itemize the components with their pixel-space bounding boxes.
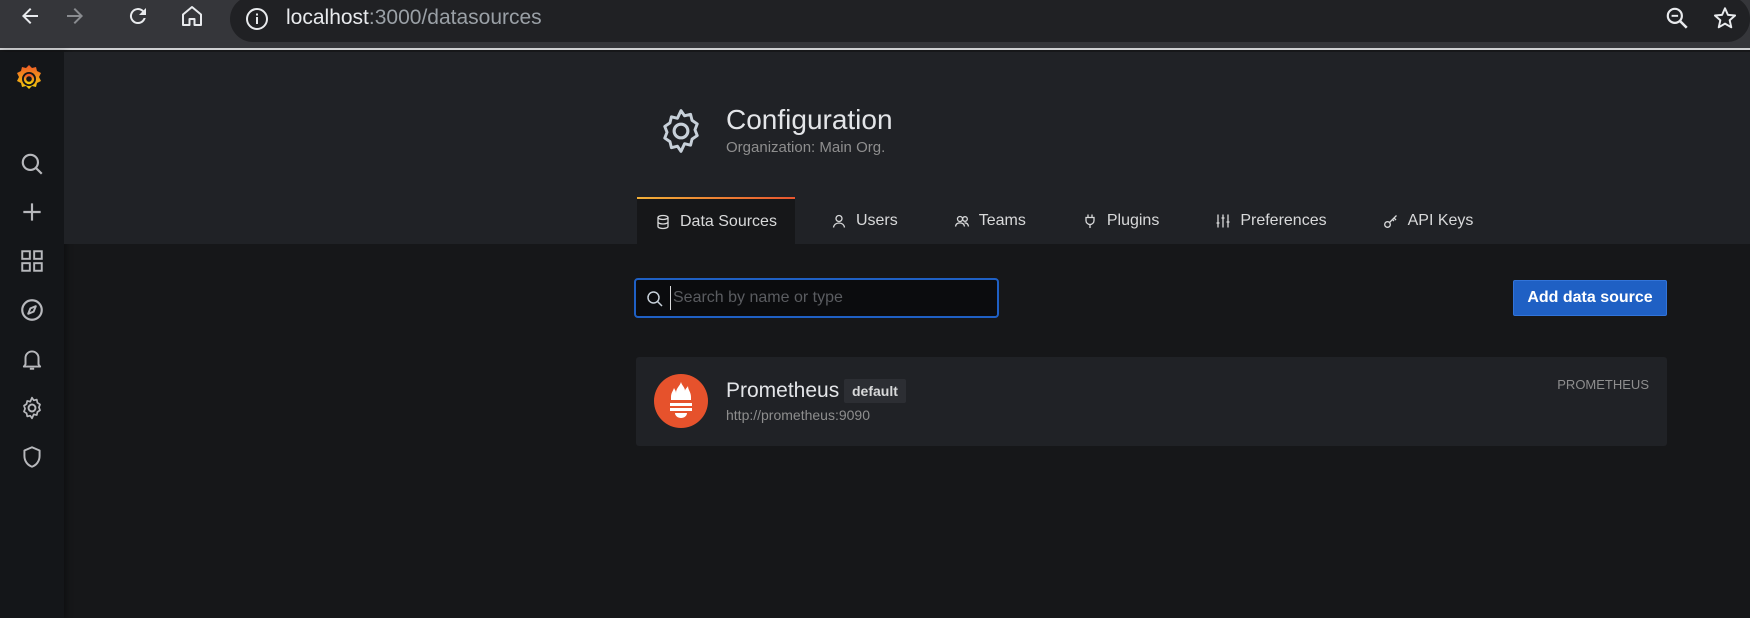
sidebar-item-create[interactable]: [12, 192, 52, 232]
gear-icon: [23, 396, 41, 420]
prometheus-logo-icon: [654, 374, 708, 428]
search-icon: [647, 291, 663, 307]
url-host: localhost: [286, 6, 369, 29]
home-icon: [182, 6, 202, 26]
reload-icon: [129, 8, 146, 25]
search-box: [634, 278, 999, 318]
url-path: :3000/datasources: [368, 6, 542, 29]
user-icon: [832, 214, 846, 228]
sidebar-item-configuration[interactable]: [12, 388, 52, 428]
back-button[interactable]: [10, 0, 50, 32]
sidebar-item-server-admin[interactable]: [12, 437, 52, 477]
key-icon: [1383, 214, 1397, 228]
grafana-logo-icon[interactable]: [12, 62, 46, 96]
add-data-source-button[interactable]: Add data source: [1513, 280, 1667, 316]
datasource-card[interactable]: Prometheus default http://prometheus:909…: [636, 357, 1667, 446]
database-icon: [657, 214, 669, 229]
zoom-icon[interactable]: [1664, 5, 1690, 31]
tab-label: API Keys: [1407, 211, 1474, 229]
info-icon[interactable]: [245, 7, 269, 31]
tab-data-sources[interactable]: Data Sources: [637, 197, 795, 244]
default-badge: default: [844, 379, 906, 403]
sidebar-item-alerting[interactable]: [12, 339, 52, 379]
page-title: Configuration: [726, 104, 893, 135]
plus-icon: [23, 203, 41, 221]
configuration-gear-icon: [663, 109, 699, 153]
home-button[interactable]: [172, 0, 212, 32]
browser-toolbar: localhost:3000/datasources: [0, 0, 1750, 50]
bell-icon: [22, 350, 42, 370]
sidebar-item-explore[interactable]: [12, 290, 52, 330]
search-icon: [21, 153, 43, 175]
tab-label: Plugins: [1106, 211, 1160, 229]
tab-api-keys[interactable]: API Keys: [1365, 197, 1492, 244]
sidebar-item-dashboards[interactable]: [12, 241, 52, 281]
page-header: Configuration Organization: Main Org. Da…: [64, 52, 1750, 244]
tab-label: Users: [855, 211, 898, 229]
reload-button[interactable]: [118, 0, 158, 32]
forward-button[interactable]: [55, 0, 95, 32]
bookmark-star-icon[interactable]: [1712, 5, 1738, 31]
shield-icon: [23, 446, 41, 468]
datasource-type: PROMETHEUS: [1557, 377, 1649, 392]
sidebar: [0, 52, 64, 618]
apps-grid-icon: [21, 250, 43, 272]
url-text[interactable]: localhost:3000/datasources: [286, 6, 542, 30]
tab-teams[interactable]: Teams: [936, 197, 1044, 244]
search-input[interactable]: [670, 286, 990, 310]
tab-label: Data Sources: [680, 212, 777, 230]
compass-icon: [21, 299, 43, 321]
users-icon: [954, 215, 969, 227]
tab-plugins[interactable]: Plugins: [1064, 197, 1177, 244]
tab-bar: Data Sources Users Teams Plugins Prefere…: [637, 197, 1511, 244]
tab-label: Teams: [978, 211, 1026, 229]
tab-label: Preferences: [1240, 211, 1327, 229]
sliders-icon: [1216, 214, 1230, 227]
sidebar-item-search[interactable]: [12, 144, 52, 184]
datasource-url: http://prometheus:9090: [726, 407, 870, 423]
tab-preferences[interactable]: Preferences: [1197, 197, 1344, 244]
page-subtitle: Organization: Main Org.: [726, 139, 886, 156]
arrow-right-icon: [67, 8, 83, 24]
tab-users[interactable]: Users: [813, 197, 916, 244]
datasource-name: Prometheus: [726, 379, 840, 402]
address-bar[interactable]: localhost:3000/datasources: [230, 0, 1750, 42]
plug-icon: [1085, 214, 1095, 228]
arrow-left-icon: [22, 8, 38, 24]
